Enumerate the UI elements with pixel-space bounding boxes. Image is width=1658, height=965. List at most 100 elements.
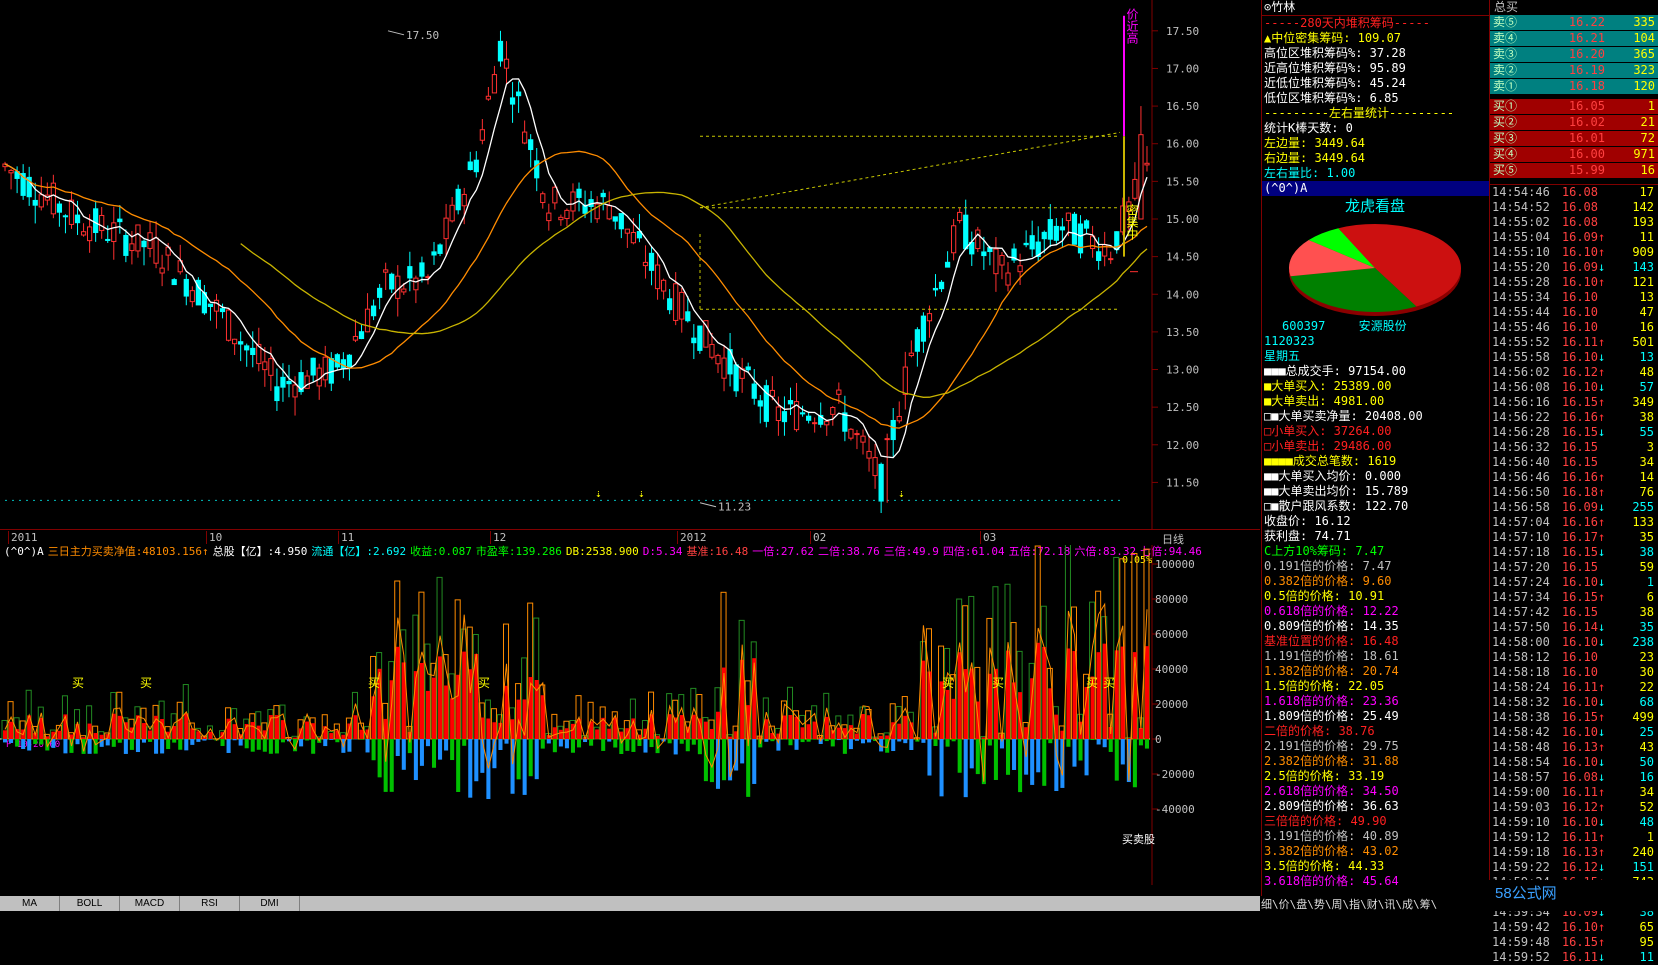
tab-dmi[interactable]: DMI [240, 896, 300, 911]
fund-out-bar [1103, 739, 1107, 747]
tick-cell: ↓ [1598, 350, 1608, 365]
candle-up [873, 458, 877, 476]
fund-out-bar [795, 739, 799, 750]
tick-row: 14:55:5216.11↑501 [1490, 335, 1658, 350]
orderbook-row[interactable]: 买③16.0172 [1490, 131, 1658, 147]
fund-out-bar [9, 739, 13, 743]
orderbook-row[interactable]: 卖①16.18120 [1490, 79, 1658, 95]
candle-up [565, 210, 569, 218]
fund-out-bar [523, 739, 527, 795]
tick-cell: ↑ [1598, 335, 1608, 350]
candlestick-chart[interactable]: 17.5017.0016.5016.0015.5015.0014.5014.00… [0, 0, 1260, 530]
stock-code: 600397 [1282, 319, 1325, 333]
candle-down [619, 214, 623, 229]
event-arrow-icon: ⇣ [595, 487, 602, 500]
tick-cell: 57 [1608, 380, 1654, 395]
fund-in-bar [704, 722, 708, 739]
volume-tick-label: -20000 [1155, 768, 1195, 781]
ma5-line [5, 79, 1147, 458]
candle-up [625, 229, 629, 233]
tick-cell: 65 [1608, 920, 1654, 935]
orderbook-price: 16.02 [1541, 115, 1605, 130]
orderbook-row[interactable]: 卖③16.20365 [1490, 47, 1658, 63]
orderbook-row[interactable]: 买⑤15.9916 [1490, 163, 1658, 179]
candle-up [559, 217, 563, 219]
tick-cell: 16.13 [1556, 740, 1598, 755]
fund-in-bar [782, 715, 786, 739]
near-high-label: 价近高 [1125, 8, 1139, 45]
weekday: 星期五 [1262, 349, 1489, 364]
tick-row: 14:54:5216.08142 [1490, 200, 1658, 215]
price-tick-label: 13.50 [1166, 326, 1199, 339]
orderbook-volume: 16 [1605, 163, 1655, 178]
fund-out-bar [88, 739, 92, 754]
fund-out-bar [245, 739, 249, 748]
price-tick-label: 17.50 [1166, 25, 1199, 38]
candle-up [674, 284, 678, 321]
tick-cell: 16.10 [1556, 920, 1598, 935]
tick-row: 14:56:2216.16↑38 [1490, 410, 1658, 425]
orderbook-volume: 323 [1605, 63, 1655, 78]
tick-cell: 151 [1608, 860, 1654, 875]
candle-up [462, 194, 466, 205]
tick-row: 14:57:2016.1559 [1490, 560, 1658, 575]
candle-down [468, 162, 472, 170]
tab-ma[interactable]: MA [0, 896, 60, 911]
candles [3, 31, 1149, 513]
orderbook-row[interactable]: 买①16.051 [1490, 99, 1658, 115]
chip-stat-row: 2.618倍的价格: 34.50 [1262, 784, 1489, 799]
tab-boll[interactable]: BOLL [60, 896, 120, 911]
tick-cell: 16.09 [1556, 260, 1598, 275]
fund-in-bar [450, 698, 454, 739]
fund-in-bar [492, 722, 496, 739]
panel-tabs[interactable]: 细\价\盘\势\周\指\财\讯\成\筹\ [1261, 896, 1488, 911]
candle-down [359, 332, 363, 339]
orderbook-row[interactable]: 买④16.00971 [1490, 147, 1658, 163]
tab-macd[interactable]: MACD [120, 896, 180, 911]
price-tick-label: 16.50 [1166, 100, 1199, 113]
fund-out-bar [184, 739, 188, 750]
fund-out-bar [1139, 739, 1143, 745]
fund-out-bar [1072, 739, 1076, 767]
tick-cell: 16.08 [1556, 200, 1598, 215]
tick-cell: 16.15 [1556, 710, 1598, 725]
candle-up [130, 244, 134, 251]
fund-out-bar [964, 739, 968, 797]
candle-up [903, 367, 907, 394]
fund-flow-chart[interactable]: 100000800006000040000200000-20000-400000… [0, 545, 1260, 885]
volume-tick-label: 40000 [1155, 663, 1188, 676]
orderbook-row[interactable]: 卖②16.19323 [1490, 63, 1658, 79]
chip-stat-row: 左边量: 3449.64 [1262, 136, 1489, 151]
tick-cell: 30 [1608, 665, 1654, 680]
candle-up [655, 265, 659, 289]
tick-cell: ↓ [1598, 635, 1608, 650]
dense-label: 密集中 [1125, 202, 1139, 239]
tick-cell: 16.15 [1556, 440, 1598, 455]
tick-cell: 16.14 [1556, 620, 1598, 635]
orderbook-row[interactable]: 买②16.0221 [1490, 115, 1658, 131]
tick-row: 14:56:4616.16↑14 [1490, 470, 1658, 485]
fund-out-bar [347, 739, 351, 752]
section-280: -----280天内堆积筹码----- [1262, 16, 1489, 31]
candle-down [335, 355, 339, 367]
tick-row: 14:55:1016.10↑909 [1490, 245, 1658, 260]
tab-rsi[interactable]: RSI [180, 896, 240, 911]
stock-id-row: 600397 安源股份 [1262, 319, 1489, 334]
fund-out-bar [613, 739, 617, 748]
price-tick-label: 17.00 [1166, 62, 1199, 75]
fund-out-bar [994, 739, 998, 780]
tick-cell: 14:58:24 [1490, 680, 1556, 695]
tick-cell: 193 [1608, 215, 1654, 230]
fund-out-bar [1018, 739, 1022, 792]
tick-cell: 349 [1608, 395, 1654, 410]
candle-up [323, 357, 327, 380]
candle-up [39, 195, 43, 207]
low-price-label: 11.23 [718, 501, 751, 514]
candle-down [281, 377, 285, 387]
candle-up [365, 309, 369, 332]
candle-down [668, 299, 672, 310]
orderbook-row[interactable]: 卖④16.21104 [1490, 31, 1658, 47]
orderbook-row[interactable]: 卖⑤16.22335 [1490, 15, 1658, 31]
fund-out-bar [178, 739, 182, 750]
orderbook-price: 16.00 [1541, 147, 1605, 162]
